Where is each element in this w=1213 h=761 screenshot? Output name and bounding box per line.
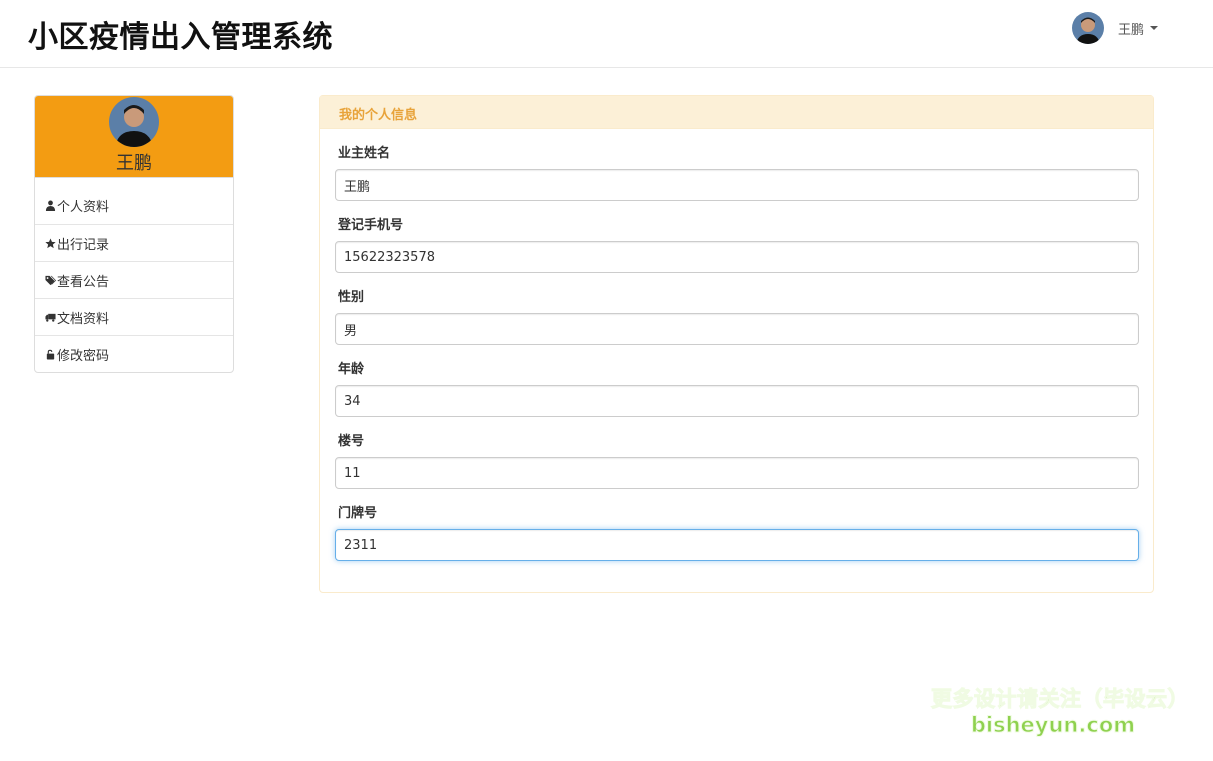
building-group: 楼号 bbox=[335, 433, 1139, 489]
sidebar-item-label: 查看公告 bbox=[57, 274, 110, 290]
age-label: 年龄 bbox=[338, 362, 365, 377]
sidebar-item-profile[interactable]: 个人资料 bbox=[35, 177, 233, 224]
owner-name-input[interactable] bbox=[335, 169, 1139, 201]
site-title: 小区疫情出入管理系统 bbox=[28, 20, 333, 55]
star-icon bbox=[44, 237, 56, 249]
panel-title: 我的个人信息 bbox=[320, 96, 1153, 129]
door-number-group: 门牌号 bbox=[335, 505, 1139, 561]
top-header: 小区疫情出入管理系统 王鹏 bbox=[0, 0, 1213, 68]
sidebar-item-label: 个人资料 bbox=[57, 199, 110, 215]
door-number-input[interactable] bbox=[335, 529, 1139, 561]
sidebar-nav: 个人资料 出行记录 查看公告 文档资料 修改密码 bbox=[35, 177, 233, 372]
gender-group: 性别 bbox=[335, 289, 1139, 345]
user-menu-name: 王鹏 bbox=[1118, 22, 1145, 38]
tags-icon bbox=[44, 274, 56, 286]
truck-icon bbox=[44, 311, 56, 323]
phone-input[interactable] bbox=[335, 241, 1139, 273]
building-input[interactable] bbox=[335, 457, 1139, 489]
profile-avatar-icon bbox=[109, 97, 159, 147]
sidebar: 王鹏 个人资料 出行记录 查看公告 文档资料 修改密码 bbox=[34, 95, 234, 373]
watermark-line2: bisheyun.com bbox=[970, 713, 1136, 738]
sidebar-item-label: 出行记录 bbox=[57, 237, 110, 253]
door-number-label: 门牌号 bbox=[338, 506, 378, 521]
watermark: 更多设计请关注（毕设云） bisheyun.com bbox=[930, 686, 1190, 738]
sidebar-item-announcements[interactable]: 查看公告 bbox=[35, 261, 233, 298]
sidebar-item-label: 文档资料 bbox=[57, 311, 110, 327]
age-group: 年龄 bbox=[335, 361, 1139, 417]
phone-group: 登记手机号 bbox=[335, 217, 1139, 273]
sidebar-item-travel-records[interactable]: 出行记录 bbox=[35, 224, 233, 261]
caret-down-icon bbox=[1150, 26, 1159, 30]
personal-info-panel: 我的个人信息 业主姓名 登记手机号 性别 年龄 楼号 门牌号 bbox=[319, 95, 1154, 593]
gender-label: 性别 bbox=[338, 290, 365, 305]
unlock-icon bbox=[44, 348, 56, 360]
user-icon bbox=[44, 199, 56, 211]
age-input[interactable] bbox=[335, 385, 1139, 417]
building-label: 楼号 bbox=[338, 434, 365, 449]
owner-name-label: 业主姓名 bbox=[338, 146, 391, 161]
watermark-line1: 更多设计请关注（毕设云） bbox=[931, 687, 1190, 712]
sidebar-item-documents[interactable]: 文档资料 bbox=[35, 298, 233, 335]
sidebar-item-change-password[interactable]: 修改密码 bbox=[35, 335, 233, 372]
profile-box: 王鹏 bbox=[35, 96, 233, 177]
profile-name: 王鹏 bbox=[116, 153, 152, 174]
user-avatar-icon bbox=[1072, 12, 1104, 44]
owner-name-group: 业主姓名 bbox=[335, 145, 1139, 201]
sidebar-item-label: 修改密码 bbox=[57, 348, 110, 364]
phone-label: 登记手机号 bbox=[338, 218, 404, 233]
user-menu-dropdown[interactable]: 王鹏 bbox=[1072, 12, 1159, 44]
gender-input[interactable] bbox=[335, 313, 1139, 345]
